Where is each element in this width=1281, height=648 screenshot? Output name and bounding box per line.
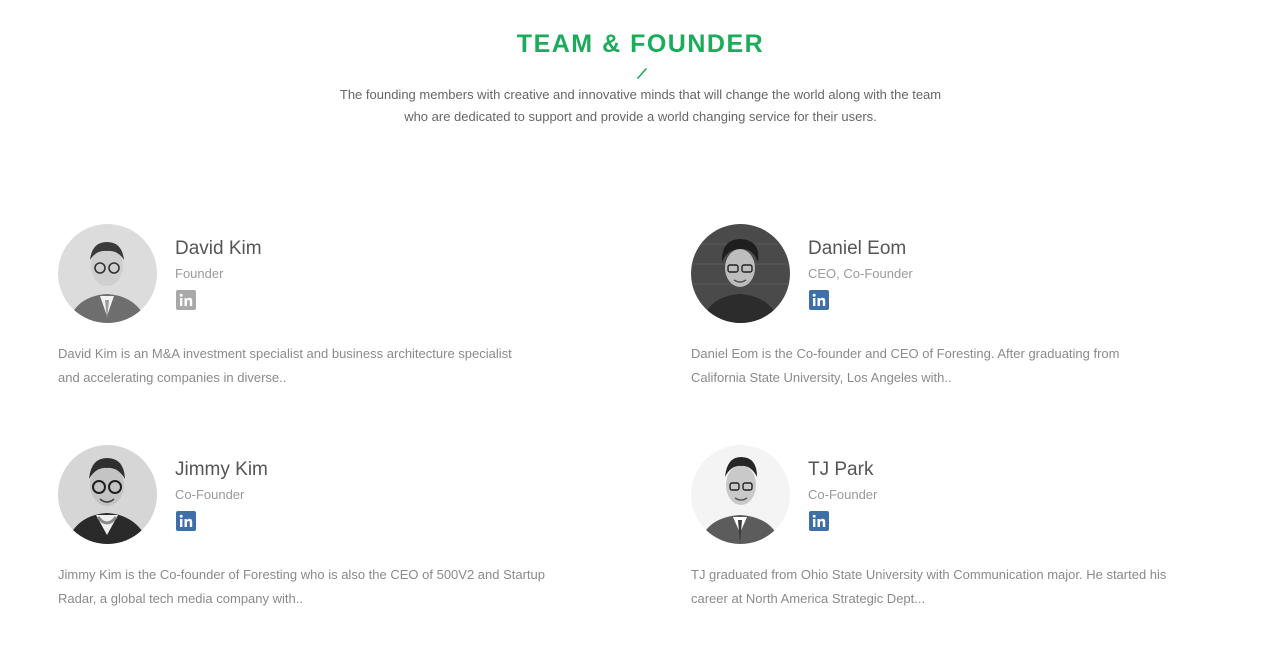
- linkedin-icon[interactable]: [809, 290, 829, 310]
- member-name: Daniel Eom: [808, 238, 907, 259]
- member-bio-line: and accelerating companies in diverse..: [58, 370, 287, 385]
- member-name: Jimmy Kim: [175, 459, 268, 480]
- team-member-card: David Kim Founder David Kim is an M&A in…: [58, 224, 618, 404]
- member-bio-line: David Kim is an M&A investment specialis…: [58, 346, 512, 361]
- linkedin-icon[interactable]: [809, 511, 829, 531]
- team-member-card: Daniel Eom CEO, Co-Founder Daniel Eom is…: [691, 224, 1251, 404]
- member-bio: Daniel Eom is the Co-founder and CEO of …: [691, 342, 1120, 390]
- member-role: Co-Founder: [808, 487, 878, 502]
- member-bio-line: California State University, Los Angeles…: [691, 370, 952, 385]
- member-bio-line: Daniel Eom is the Co-founder and CEO of …: [691, 346, 1120, 361]
- member-bio-line: Radar, a global tech media company with.…: [58, 591, 303, 606]
- member-role: Co-Founder: [175, 487, 245, 502]
- team-member-card: TJ Park Co-Founder TJ graduated from Ohi…: [691, 445, 1251, 625]
- member-name: David Kim: [175, 238, 262, 259]
- avatar: [691, 445, 790, 544]
- team-member-card: Jimmy Kim Co-Founder Jimmy Kim is the Co…: [58, 445, 618, 625]
- member-bio: Jimmy Kim is the Co-founder of Foresting…: [58, 563, 545, 611]
- section-intro-line-1: The founding members with creative and i…: [339, 87, 942, 102]
- linkedin-icon[interactable]: [176, 511, 196, 531]
- member-name: TJ Park: [808, 459, 874, 480]
- avatar: [58, 224, 157, 323]
- linkedin-icon[interactable]: [176, 290, 196, 310]
- member-role: CEO, Co-Founder: [808, 266, 913, 281]
- member-bio-line: TJ graduated from Ohio State University …: [691, 567, 1167, 582]
- member-bio-line: career at North America Strategic Dept..…: [691, 591, 926, 606]
- member-role: Founder: [175, 266, 224, 281]
- title-divider-icon: [634, 66, 650, 79]
- member-bio-line: Jimmy Kim is the Co-founder of Foresting…: [58, 567, 546, 582]
- avatar: [691, 224, 790, 323]
- member-bio: TJ graduated from Ohio State University …: [691, 563, 1166, 611]
- member-bio: David Kim is an M&A investment specialis…: [58, 342, 512, 390]
- section-intro-line-2: who are dedicated to support and provide…: [404, 109, 877, 124]
- avatar: [58, 445, 157, 544]
- section-title: TEAM & FOUNDER: [516, 30, 765, 58]
